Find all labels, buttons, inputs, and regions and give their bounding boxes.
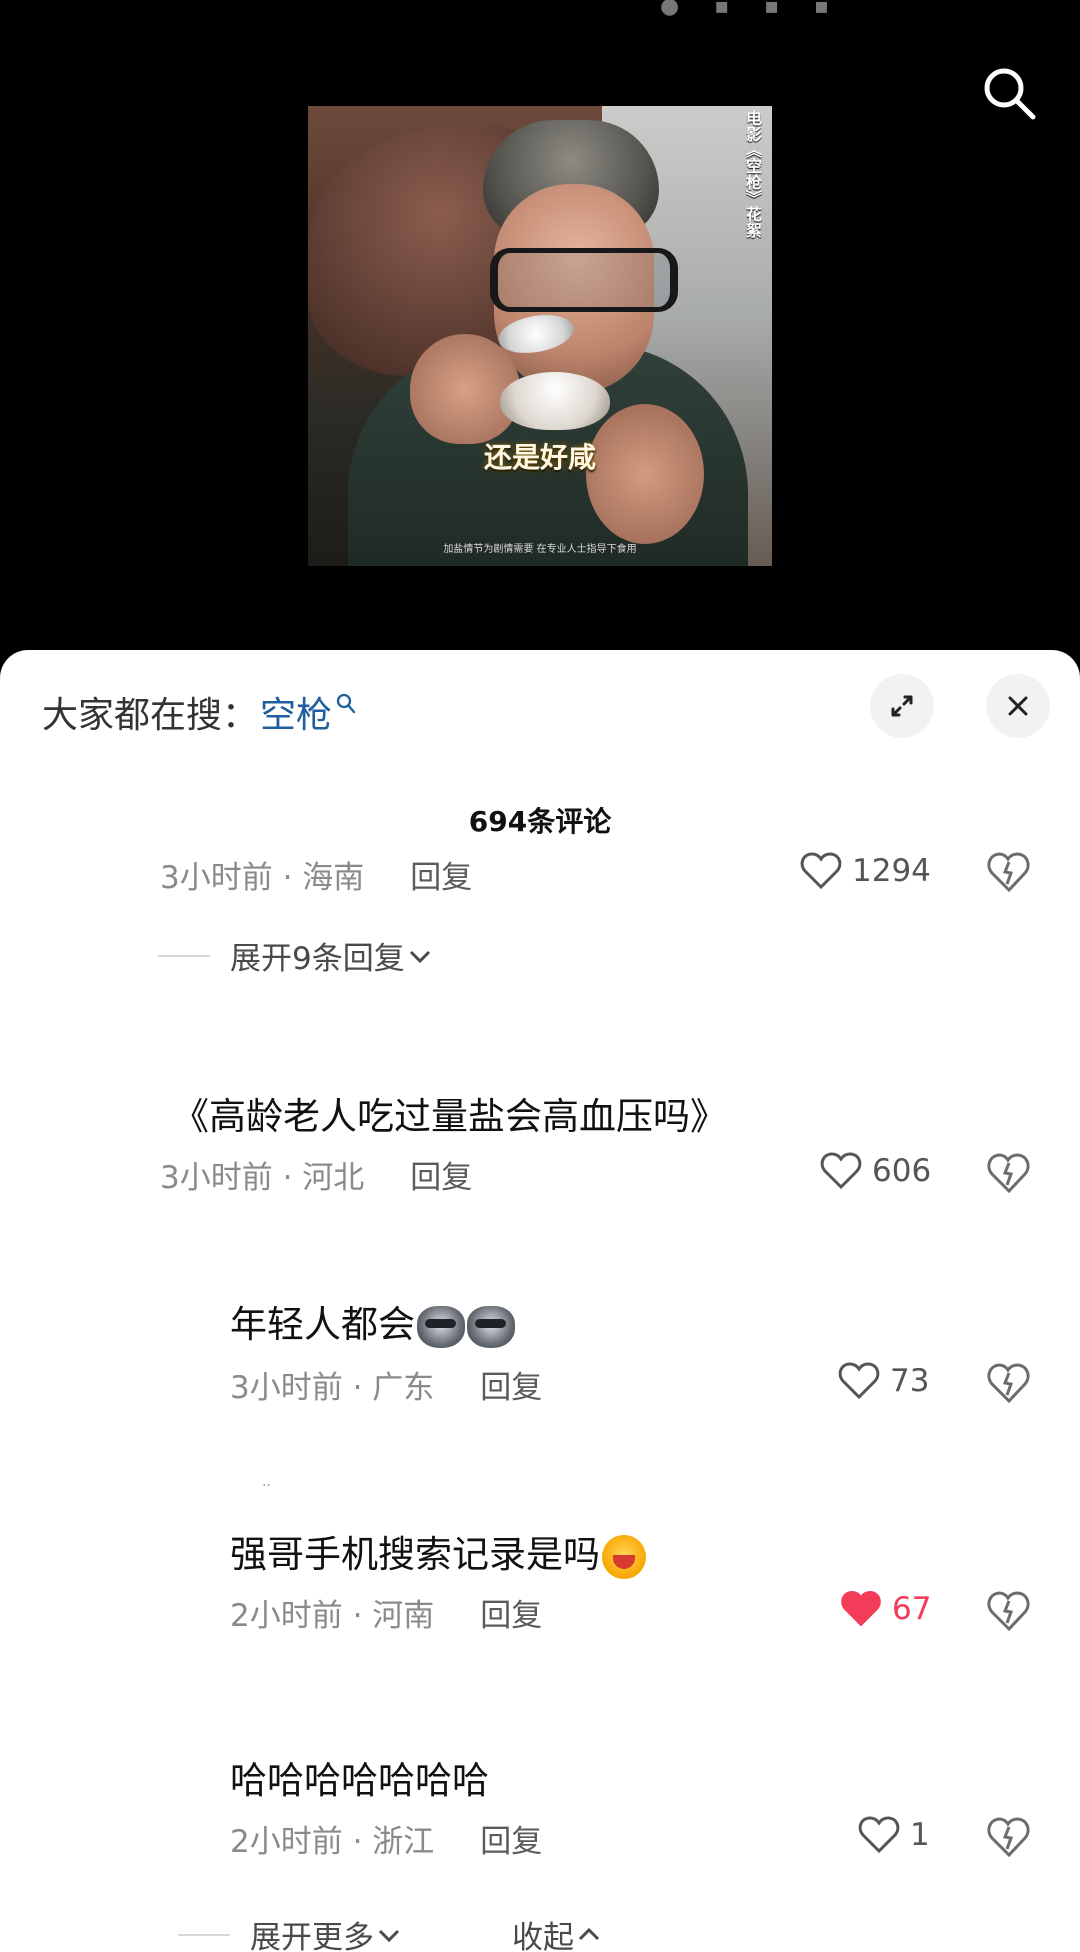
expand-more-label: 展开更多	[250, 1920, 374, 1952]
like-button[interactable]: 606	[820, 1152, 931, 1190]
decorative-dots: ..	[262, 1474, 271, 1490]
heart-outline-icon	[838, 1362, 880, 1400]
comment-meta-row: 2小时前 · 浙江 回复	[230, 1816, 542, 1861]
expand-icon	[891, 695, 913, 717]
trending-label: 大家都在搜：	[42, 695, 259, 736]
comment-sheet: 大家都在搜： 空枪 694条评论 3小时前 · 海南 回复 1294 展开9条回…	[0, 650, 1080, 1952]
close-button[interactable]	[986, 674, 1050, 738]
video-side-caption: 电影《空枪》花絮	[743, 110, 762, 238]
comment-text-label: 强哥手机搜索记录是吗	[230, 1533, 600, 1576]
like-count: 67	[892, 1591, 932, 1627]
like-button[interactable]: 67	[840, 1590, 931, 1628]
comment-meta-row: 3小时前 · 河北 回复	[160, 1152, 472, 1197]
comment-text: 强哥手机搜索记录是吗	[230, 1524, 646, 1579]
expand-replies[interactable]: 展开9条回复	[158, 933, 435, 978]
video-notice: 加盐情节为剧情需要 在专业人士指导下食用	[443, 544, 637, 555]
bowl-image	[500, 372, 610, 430]
expand-replies-label: 展开9条回复	[230, 941, 405, 977]
dislike-icon[interactable]	[986, 1814, 1032, 1860]
comment-text: 年轻人都会	[230, 1294, 515, 1348]
reply-button[interactable]: 回复	[480, 1590, 542, 1635]
heart-outline-icon	[820, 1152, 862, 1190]
search-icon[interactable]	[978, 62, 1042, 126]
collapse-button[interactable]: 收起	[512, 1912, 604, 1952]
like-button[interactable]: 1294	[800, 852, 931, 890]
chevron-down-icon	[409, 950, 430, 963]
heart-outline-icon	[858, 1816, 900, 1854]
comment-count: 694条评论	[468, 805, 612, 838]
chevron-up-icon	[578, 1927, 600, 1940]
status-bar: ● ▪ ▪ ▪	[0, 0, 1080, 42]
comment-time-location: 3小时前 · 广东	[230, 1370, 435, 1406]
like-count: 606	[872, 1153, 932, 1189]
trending-keyword[interactable]: 空枪	[260, 686, 332, 738]
comment-text-label: 年轻人都会	[230, 1303, 415, 1346]
dislike-icon[interactable]	[986, 1588, 1032, 1634]
divider-line	[158, 954, 210, 957]
comment-meta-row: 3小时前 · 海南 回复	[160, 852, 472, 897]
collapse-label: 收起	[512, 1920, 574, 1952]
heart-filled-icon	[841, 1590, 881, 1627]
glasses-image	[490, 248, 678, 312]
like-count: 1	[910, 1817, 930, 1853]
expand-more-button[interactable]: 展开更多	[178, 1912, 404, 1952]
small-search-icon	[336, 683, 356, 714]
dislike-icon[interactable]	[986, 1360, 1032, 1406]
like-count: 73	[890, 1363, 930, 1399]
chevron-down-icon	[378, 1929, 400, 1942]
video-player[interactable]: ● ▪ ▪ ▪ 电影《空枪》花絮 还是好咸 加盐情节为剧情需要 在专业人士指导下…	[0, 0, 1080, 660]
dog-emoji-icon	[467, 1305, 515, 1348]
close-icon	[1008, 696, 1028, 716]
comment-text: 哈哈哈哈哈哈哈	[230, 1759, 489, 1802]
dislike-icon[interactable]	[986, 1150, 1032, 1196]
reply-button[interactable]: 回复	[410, 1152, 472, 1197]
dog-emoji-icon	[417, 1305, 465, 1348]
like-button[interactable]: 73	[838, 1362, 929, 1400]
reply-button[interactable]: 回复	[410, 852, 472, 897]
comment-time-location: 2小时前 · 河南	[230, 1598, 435, 1634]
video-frame[interactable]: 电影《空枪》花絮 还是好咸 加盐情节为剧情需要 在专业人士指导下食用	[308, 106, 772, 566]
laughing-emoji-icon	[602, 1534, 646, 1579]
reply-button[interactable]: 回复	[480, 1816, 542, 1861]
heart-outline-icon	[800, 852, 842, 890]
dislike-icon[interactable]	[986, 849, 1032, 895]
comment-time-location: 3小时前 · 河北	[160, 1160, 365, 1196]
divider-line	[178, 1933, 230, 1936]
trending-search[interactable]: 大家都在搜： 空枪	[42, 686, 356, 738]
like-button[interactable]: 1	[858, 1816, 930, 1854]
reply-button[interactable]: 回复	[480, 1362, 542, 1407]
comment-time-location: 3小时前 · 海南	[160, 860, 365, 896]
expand-button[interactable]	[870, 674, 934, 738]
comment-meta-row: 2小时前 · 河南 回复	[230, 1590, 542, 1635]
video-subtitle: 还是好咸	[483, 441, 596, 474]
comment-text: 《高龄老人吃过量盐会高血压吗》	[172, 1095, 727, 1138]
like-count: 1294	[852, 853, 931, 889]
comment-meta-row: 3小时前 · 广东 回复	[230, 1362, 542, 1407]
status-bar-icons: ● ▪ ▪ ▪	[660, 0, 843, 19]
comment-time-location: 2小时前 · 浙江	[230, 1824, 435, 1860]
